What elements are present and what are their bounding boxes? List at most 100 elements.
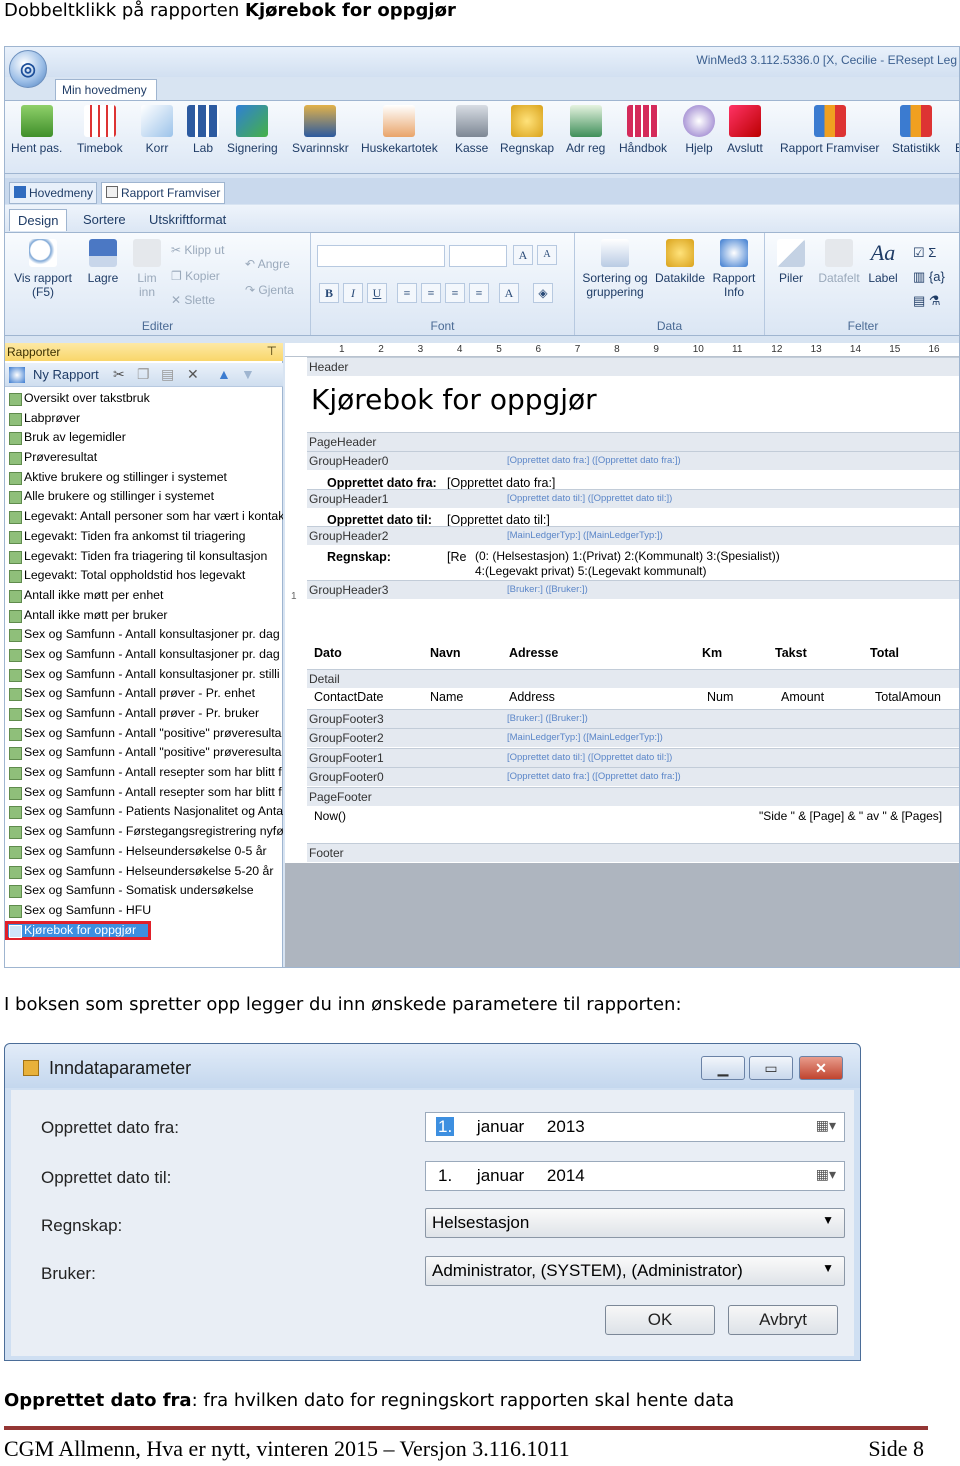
tab-hovedmeny[interactable]: Hovedmeny	[9, 182, 97, 204]
field-name[interactable]: Name	[430, 690, 463, 704]
slette-button[interactable]: ✕ Slette	[171, 293, 215, 307]
report-list-item[interactable]: Legevakt: Antall personer som har vært i…	[5, 507, 283, 527]
report-list-item[interactable]: Aktive brukere og stillinger i systemet	[5, 468, 283, 488]
til-year[interactable]: 2014	[547, 1166, 585, 1185]
report-list-item[interactable]: Legevakt: Tiden fra triagering til konsu…	[5, 547, 283, 567]
huskekartotek-button[interactable]: Huskekartotek	[361, 105, 438, 155]
field-num[interactable]: Num	[707, 690, 733, 704]
pin-icon[interactable]: ⊤	[267, 344, 277, 358]
piler-button[interactable]: Piler	[773, 239, 809, 285]
report-list-item[interactable]: Antall ikke møtt per enhet	[5, 586, 283, 606]
statistikk-button[interactable]: Statistikk	[892, 105, 940, 155]
lim-inn-button[interactable]: Lim inn	[129, 239, 165, 299]
til-date-picker[interactable]: 1. januar 2014 ▦▾	[425, 1161, 845, 1191]
column-km[interactable]: Km	[702, 646, 722, 660]
sortering-gruppering-button[interactable]: Sortering og gruppering	[579, 239, 651, 299]
justify-icon[interactable]: ≡	[469, 283, 489, 303]
lab-button[interactable]: Lab	[187, 105, 219, 155]
band-pageheader[interactable]: PageHeader	[307, 432, 959, 451]
datafelt-button[interactable]: Datafelt	[815, 239, 863, 285]
column-adresse[interactable]: Adresse	[509, 646, 558, 660]
bold-button[interactable]: B	[319, 283, 339, 303]
close-button[interactable]: ✕	[799, 1056, 843, 1080]
report-list-item[interactable]: Prøveresultat	[5, 448, 283, 468]
til-day[interactable]: 1.	[436, 1166, 454, 1185]
regnskap-options-1[interactable]: (0: (Helsestasjon) 1:(Privat) 2:(Kommuna…	[475, 549, 780, 563]
align-right-icon[interactable]: ≡	[445, 283, 465, 303]
fill-color-icon[interactable]: ◈	[533, 283, 553, 303]
move-up-icon[interactable]: ▲	[217, 366, 231, 382]
toolbar-overflow-button[interactable]: E	[955, 105, 959, 155]
italic-button[interactable]: I	[343, 283, 363, 303]
angre-button[interactable]: ↶ Angre	[245, 257, 290, 271]
align-center-icon[interactable]: ≡	[421, 283, 441, 303]
move-down-icon[interactable]: ▼	[241, 366, 255, 382]
band-groupheader2[interactable]: GroupHeader2 [MainLedgerTyp:] ([MainLedge…	[307, 526, 959, 545]
fra-month[interactable]: januar	[477, 1117, 524, 1136]
column-navn[interactable]: Navn	[430, 646, 461, 660]
report-list-item[interactable]: Sex og Samfunn - Helseundersøkelse 5-20 …	[5, 862, 283, 882]
column-takst[interactable]: Takst	[775, 646, 807, 660]
shrink-font-button[interactable]: A	[537, 245, 557, 265]
report-list-item[interactable]: Alle brukere og stillinger i systemet	[5, 487, 283, 507]
klipp-ut-button[interactable]: ✂ Klipp ut	[171, 243, 224, 257]
adr-reg-button[interactable]: Adr reg	[566, 105, 605, 155]
report-list-item[interactable]: Sex og Samfunn - HFU	[5, 901, 283, 921]
new-report-icon[interactable]	[9, 367, 25, 383]
gjenta-button[interactable]: ↷ Gjenta	[245, 283, 294, 297]
fra-year[interactable]: 2013	[547, 1117, 585, 1136]
field-totalamount[interactable]: TotalAmoun	[875, 690, 941, 704]
tab-rapport-framviser[interactable]: Rapport Framviser	[101, 182, 225, 204]
report-list-item[interactable]: Legevakt: Tiden fra ankomst til triageri…	[5, 527, 283, 547]
report-list-item[interactable]: Bruk av legemidler	[5, 428, 283, 448]
til-value-field[interactable]: [Opprettet dato til:]	[447, 513, 550, 527]
kopier-button[interactable]: ❐ Kopier	[171, 269, 220, 283]
band-footer[interactable]: Footer	[307, 843, 959, 862]
report-list-item[interactable]: Sex og Samfunn - Antall konsultasjoner p…	[5, 645, 283, 665]
band-groupfooter3[interactable]: GroupFooter3 [Bruker:] ([Bruker:])	[307, 709, 959, 728]
report-list-item[interactable]: Oversikt over takstbruk	[5, 389, 283, 409]
now-field[interactable]: Now()	[314, 809, 346, 823]
rapport-framviser-button[interactable]: Rapport Framviser	[780, 105, 879, 155]
cut-icon[interactable]: ✂	[113, 366, 125, 383]
report-list-item[interactable]: Sex og Samfunn - Antall konsultasjoner p…	[5, 665, 283, 685]
grow-font-button[interactable]: A	[513, 245, 533, 265]
maximize-button[interactable]: ▭	[749, 1056, 793, 1080]
fra-value-field[interactable]: [Opprettet dato fra:]	[447, 476, 555, 490]
avslutt-button[interactable]: Avslutt	[727, 105, 763, 155]
regnskap-value-field[interactable]: [Re	[447, 550, 466, 564]
regnskap-select[interactable]: Helsestasjon ▼	[425, 1208, 845, 1238]
copy-icon[interactable]: ❐	[137, 366, 150, 383]
report-list-item[interactable]: Sex og Samfunn - Antall resepter som har…	[5, 763, 283, 783]
app-orb-button[interactable]: ◎	[9, 50, 47, 88]
report-list-item[interactable]: Sex og Samfunn - Patients Nasjonalitet o…	[5, 802, 283, 822]
band-groupfooter2[interactable]: GroupFooter2 [MainLedgerTyp:] ([MainLedge…	[307, 728, 959, 747]
tab-utskriftformat[interactable]: Utskriftformat	[141, 209, 234, 230]
band-groupheader1[interactable]: GroupHeader1 [Opprettet dato til:] ([Oppr…	[307, 489, 959, 508]
ok-button[interactable]: OK	[605, 1305, 715, 1335]
regnskap-button[interactable]: Regnskap	[500, 105, 554, 155]
delete-icon[interactable]: ✕	[187, 366, 199, 383]
handbok-button[interactable]: Håndbok	[619, 105, 667, 155]
column-total[interactable]: Total	[870, 646, 899, 660]
kasse-button[interactable]: Kasse	[455, 105, 488, 155]
report-list-item[interactable]: Kjørebok for oppgjør	[5, 920, 151, 941]
field-contactdate[interactable]: ContactDate	[314, 690, 383, 704]
report-list-item[interactable]: Sex og Samfunn - Antall resepter som har…	[5, 783, 283, 803]
timebok-button[interactable]: Timebok	[77, 105, 123, 155]
fra-date-picker[interactable]: 1. januar 2013 ▦▾	[425, 1112, 845, 1142]
svarinnskr-button[interactable]: Svarinnskr	[292, 105, 349, 155]
more-fields-icons[interactable]: ☑ Σ ▥ {a} ▤ ⚗	[913, 241, 945, 313]
korr-button[interactable]: Korr	[141, 105, 173, 155]
fra-day[interactable]: 1.	[436, 1117, 455, 1136]
page-number-field[interactable]: "Side " & [Page] & " av " & [Pages]	[759, 809, 942, 823]
report-title-field[interactable]: Kjørebok for oppgjør	[311, 383, 597, 416]
align-left-icon[interactable]: ≡	[397, 283, 417, 303]
datakilde-button[interactable]: Datakilde	[653, 239, 707, 285]
paste-icon[interactable]: ▤	[161, 366, 174, 383]
hjelp-button[interactable]: Hjelp	[683, 105, 715, 155]
hent-pas-button[interactable]: Hent pas.	[11, 105, 62, 155]
report-list-item[interactable]: Sex og Samfunn - Antall "positive" prøve…	[5, 724, 283, 744]
signering-button[interactable]: Signering	[227, 105, 278, 155]
font-family-select[interactable]	[317, 245, 445, 267]
